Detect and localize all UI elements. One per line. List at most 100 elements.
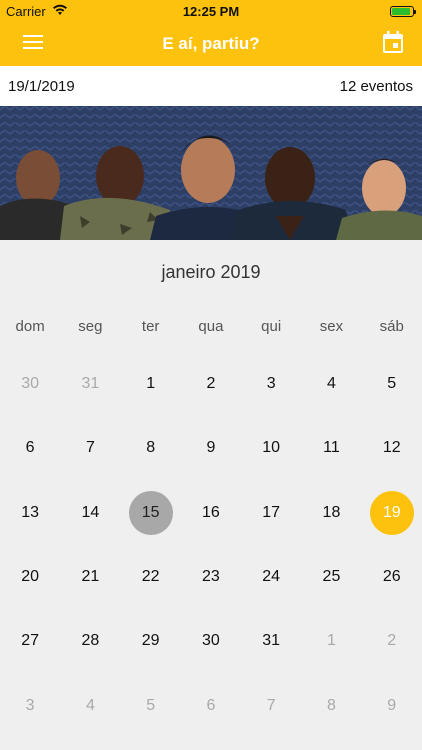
calendar-week-row: 20 21 22 23 24 25 26 bbox=[0, 545, 422, 609]
calendar-grid: 30 31 1 2 3 4 5 6 7 8 9 10 11 12 13 14 15 16 17 18 19 20 21 22 2… bbox=[0, 352, 422, 738]
calendar-day-number: 3 bbox=[266, 375, 276, 393]
calendar-day[interactable]: 23 bbox=[181, 545, 241, 609]
calendar-day-number: 5 bbox=[146, 696, 156, 714]
calendar-day[interactable]: 5 bbox=[362, 352, 422, 416]
calendar-day[interactable]: 13 bbox=[0, 481, 60, 545]
calendar-day[interactable]: 4 bbox=[301, 352, 361, 416]
calendar-day[interactable]: 22 bbox=[121, 545, 181, 609]
calendar-day-number: 6 bbox=[25, 439, 35, 457]
weekday-header: dom seg ter qua qui sex sáb bbox=[0, 318, 422, 335]
calendar-day[interactable]: 8 bbox=[301, 673, 361, 737]
calendar-day[interactable]: 21 bbox=[60, 545, 120, 609]
calendar-icon bbox=[382, 30, 404, 59]
calendar-day-number: 3 bbox=[25, 696, 35, 714]
calendar-day[interactable]: 27 bbox=[0, 609, 60, 673]
calendar-day[interactable]: 2 bbox=[181, 352, 241, 416]
month-label: janeiro 2019 bbox=[161, 262, 261, 282]
calendar-day-number: 16 bbox=[202, 503, 220, 521]
calendar-day[interactable]: 30 bbox=[181, 609, 241, 673]
calendar-day-number: 2 bbox=[206, 375, 216, 393]
calendar-day[interactable]: 9 bbox=[181, 416, 241, 480]
menu-button[interactable] bbox=[11, 22, 55, 66]
event-banner-image[interactable] bbox=[0, 106, 422, 240]
calendar-day[interactable]: 3 bbox=[241, 352, 301, 416]
calendar-day[interactable]: 3 bbox=[0, 673, 60, 737]
calendar-day-number: 29 bbox=[141, 632, 160, 650]
calendar-day-number: 9 bbox=[206, 439, 216, 457]
calendar-day-number: 18 bbox=[322, 503, 341, 521]
calendar-day-number: 23 bbox=[202, 568, 220, 586]
weekday-label: qui bbox=[261, 318, 282, 335]
calendar-week-row: 13 14 15 16 17 18 19 bbox=[0, 481, 422, 545]
calendar-day-number: 11 bbox=[323, 439, 340, 457]
calendar-day[interactable]: 2 bbox=[362, 609, 422, 673]
calendar-day[interactable]: 8 bbox=[121, 416, 181, 480]
calendar-day[interactable]: 20 bbox=[0, 545, 60, 609]
calendar-day-number: 1 bbox=[327, 632, 336, 650]
calendar-day-number: 27 bbox=[21, 632, 40, 650]
calendar-day-number: 22 bbox=[141, 568, 160, 586]
calendar-day-selected[interactable]: 19 bbox=[362, 481, 422, 545]
weekday-label: sex bbox=[319, 318, 344, 335]
calendar-day-number: 24 bbox=[262, 568, 281, 586]
calendar-day[interactable]: 9 bbox=[362, 673, 422, 737]
calendar-day-number: 6 bbox=[206, 696, 216, 714]
calendar-day[interactable]: 1 bbox=[301, 609, 361, 673]
weekday-label: seg bbox=[78, 318, 103, 335]
calendar-day[interactable]: 18 bbox=[301, 481, 361, 545]
calendar-day-number: 12 bbox=[382, 439, 401, 457]
calendar-day[interactable]: 6 bbox=[0, 416, 60, 480]
calendar-day-number: 21 bbox=[81, 568, 100, 586]
selected-date-label: 19/1/2019 bbox=[8, 77, 75, 95]
calendar-day-number: 13 bbox=[21, 503, 40, 521]
calendar-day[interactable]: 7 bbox=[60, 416, 120, 480]
calendar-button[interactable] bbox=[371, 22, 415, 66]
calendar-day[interactable]: 16 bbox=[181, 481, 241, 545]
calendar-day[interactable]: 6 bbox=[181, 673, 241, 737]
calendar-day-number: 20 bbox=[21, 568, 40, 586]
battery-icon bbox=[390, 5, 416, 17]
calendar-day-number: 30 bbox=[202, 632, 220, 650]
calendar-day[interactable]: 31 bbox=[60, 352, 120, 416]
calendar-day-number: 9 bbox=[387, 696, 397, 714]
calendar-day[interactable]: 29 bbox=[121, 609, 181, 673]
calendar-day-number: 10 bbox=[262, 439, 281, 457]
weekday-label: ter bbox=[141, 318, 160, 335]
calendar-day-number: 31 bbox=[262, 632, 281, 650]
calendar-day-number: 25 bbox=[322, 568, 341, 586]
calendar-day-number: 15 bbox=[128, 490, 173, 535]
calendar-day-number: 4 bbox=[327, 375, 336, 393]
calendar-day-number: 28 bbox=[81, 632, 100, 650]
calendar-day[interactable]: 25 bbox=[301, 545, 361, 609]
calendar-day-number: 14 bbox=[81, 503, 100, 521]
nav-bar: E aí, partiu? bbox=[0, 22, 422, 66]
calendar-day[interactable]: 11 bbox=[301, 416, 361, 480]
calendar-day[interactable]: 7 bbox=[241, 673, 301, 737]
calendar-day[interactable]: 4 bbox=[60, 673, 120, 737]
calendar-day[interactable]: 5 bbox=[121, 673, 181, 737]
calendar-day[interactable]: 30 bbox=[0, 352, 60, 416]
calendar-day-number: 7 bbox=[85, 439, 95, 457]
calendar-day-number: 17 bbox=[262, 503, 281, 521]
calendar-day[interactable]: 14 bbox=[60, 481, 120, 545]
calendar-week-row: 6 7 8 9 10 11 12 bbox=[0, 416, 422, 480]
calendar-day[interactable]: 1 bbox=[121, 352, 181, 416]
calendar-day[interactable]: 17 bbox=[241, 481, 301, 545]
calendar-week-row: 27 28 29 30 31 1 2 bbox=[0, 609, 422, 673]
weekday-label: sáb bbox=[379, 318, 404, 335]
hamburger-menu-icon bbox=[23, 34, 43, 55]
calendar-day[interactable]: 26 bbox=[362, 545, 422, 609]
calendar-day-number: 19 bbox=[369, 490, 414, 535]
events-count-label[interactable]: 12 eventos bbox=[340, 78, 422, 95]
calendar-day-number: 1 bbox=[146, 375, 156, 393]
calendar-day[interactable]: 10 bbox=[241, 416, 301, 480]
calendar-day[interactable]: 12 bbox=[362, 416, 422, 480]
page-title: E aí, partiu? bbox=[162, 34, 260, 53]
calendar-day-number: 30 bbox=[21, 375, 40, 393]
calendar-day[interactable]: 24 bbox=[241, 545, 301, 609]
calendar-day-number: 2 bbox=[387, 632, 397, 650]
info-bar: 19/1/2019 12 eventos bbox=[0, 66, 422, 106]
calendar-day-today[interactable]: 15 bbox=[121, 481, 181, 545]
calendar-day[interactable]: 31 bbox=[241, 609, 301, 673]
calendar-day[interactable]: 28 bbox=[60, 609, 120, 673]
